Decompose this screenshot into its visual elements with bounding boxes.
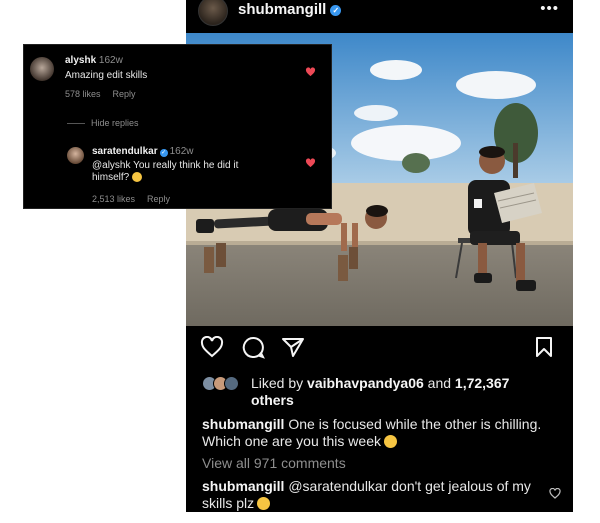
comment2-likes[interactable]: 2,513 likes — [92, 194, 135, 204]
share-icon[interactable] — [281, 336, 305, 363]
comment1-time: 162w — [98, 55, 123, 66]
comment2-reply-button[interactable]: Reply — [147, 194, 170, 204]
username-text[interactable]: shubmangill — [238, 1, 326, 18]
comment1-username[interactable]: alyshk — [65, 55, 96, 66]
top-comment: shubmangill @saratendulkar don't get jea… — [202, 478, 532, 512]
laughing-emoji-icon — [132, 172, 143, 182]
avatar[interactable] — [198, 0, 228, 26]
comment2-time: 162w — [169, 146, 194, 157]
sunglasses-emoji-icon — [257, 497, 271, 510]
likes-middle: and — [423, 375, 455, 391]
post-username[interactable]: shubmangill ✓ — [238, 1, 342, 18]
comment1-text: Amazing edit skills — [65, 70, 148, 81]
caption: shubmangill One is focused while the oth… — [202, 416, 564, 450]
liker-username[interactable]: vaibhavpandya06 — [307, 375, 424, 391]
comment-thread-overlay: alyshk 162w Amazing edit skills 578 like… — [23, 44, 332, 209]
avatar[interactable] — [67, 147, 84, 164]
comment1-meta: 578 likes Reply — [65, 89, 136, 99]
bookmark-icon[interactable] — [535, 336, 553, 363]
verified-icon: ✓ — [159, 149, 168, 157]
heart-icon[interactable] — [305, 64, 316, 82]
comment-username[interactable]: shubmangill — [202, 478, 284, 494]
comment2-username[interactable]: saratendulkar — [92, 146, 158, 157]
avatar[interactable] — [30, 57, 54, 81]
more-icon[interactable]: ••• — [540, 0, 559, 17]
comment-like-heart-icon[interactable] — [549, 486, 561, 504]
comment2-header: saratendulkar ✓ 162w — [92, 146, 194, 158]
heart-icon[interactable] — [305, 155, 316, 173]
likes-count[interactable]: 1,72,367 — [455, 375, 510, 391]
heart-icon[interactable] — [200, 335, 224, 363]
verified-icon: ✓ — [330, 5, 342, 16]
comment1-header: alyshk 162w — [65, 55, 123, 67]
comment1-likes[interactable]: 578 likes — [65, 89, 101, 99]
likes-text: Liked by vaibhavpandya06 and 1,72,367 ot… — [251, 375, 551, 409]
likes-others[interactable]: others — [251, 392, 294, 408]
liker-avatars — [202, 376, 250, 392]
comment2-meta: 2,513 likes Reply — [92, 194, 170, 204]
comment2-text: @alyshk You really think he did it himse… — [92, 160, 239, 183]
comment2-body: @alyshk You really think he did it himse… — [92, 160, 272, 184]
relieved-emoji-icon — [383, 435, 397, 448]
comment-icon[interactable] — [242, 336, 265, 364]
caption-username[interactable]: shubmangill — [202, 416, 284, 432]
view-all-comments-link[interactable]: View all 971 comments — [202, 455, 346, 471]
divider — [67, 123, 85, 124]
likes-prefix: Liked by — [251, 375, 308, 391]
post-actions — [186, 335, 573, 364]
comment1-reply-button[interactable]: Reply — [113, 89, 136, 99]
hide-replies-button[interactable]: Hide replies — [91, 118, 139, 128]
post-header: shubmangill ✓ ••• — [186, 0, 573, 32]
